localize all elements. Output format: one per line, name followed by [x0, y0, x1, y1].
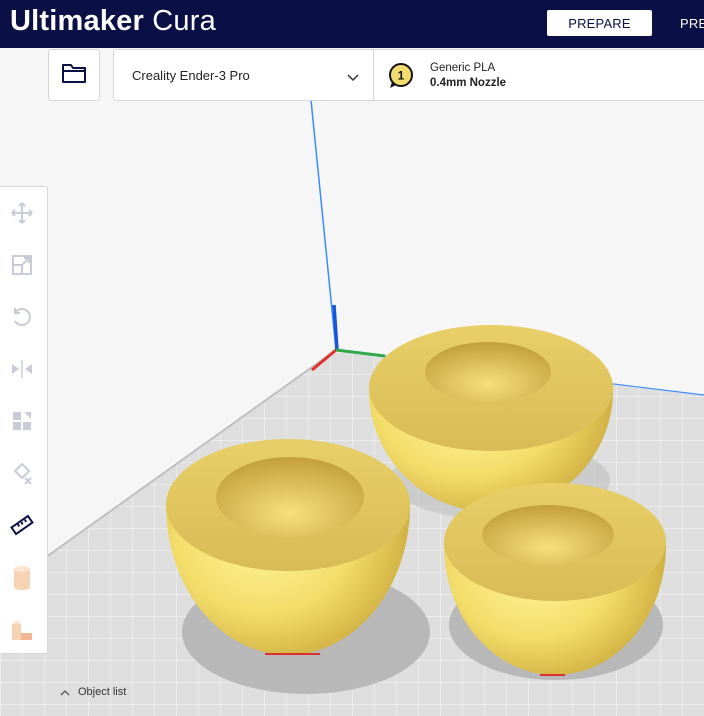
mirror-tool[interactable]	[6, 353, 38, 385]
object-list-label: Object list	[78, 686, 127, 698]
material-label: Generic PLA	[430, 62, 496, 74]
open-file-button[interactable]	[48, 49, 100, 101]
chevron-down-icon	[347, 69, 359, 87]
per-model-settings-icon	[13, 412, 31, 430]
3d-viewport[interactable]	[0, 0, 704, 716]
nozzle-label: 0.4mm Nozzle	[430, 77, 507, 89]
extruder-selector[interactable]: 1 Generic PLA 0.4mm Nozzle	[374, 50, 694, 100]
tab-prepare[interactable]: PREPARE	[547, 10, 652, 36]
z-axis	[310, 99, 337, 351]
printer-name: Creality Ender-3 Pro	[132, 68, 250, 83]
model-list-item-1[interactable]	[6, 561, 38, 593]
support-blocker-tool[interactable]	[6, 457, 38, 489]
printer-selector[interactable]: Creality Ender-3 Pro	[114, 50, 373, 100]
per-model-settings-tool[interactable]	[6, 405, 38, 437]
ruler-icon	[10, 514, 34, 536]
mirror-icon	[12, 360, 32, 378]
rotate-icon	[14, 308, 31, 326]
header-bar: Ultimaker Cura PREPARE PREVIEW	[0, 0, 704, 48]
svg-text:1: 1	[398, 69, 405, 83]
app-logo: Ultimaker Cura	[10, 5, 216, 37]
folder-icon	[61, 62, 87, 89]
tool-panel	[0, 186, 48, 654]
move-icon	[11, 202, 33, 224]
rotate-tool[interactable]	[6, 301, 38, 333]
support-blocker-icon	[13, 462, 32, 485]
measure-tool[interactable]	[6, 509, 38, 541]
chevron-up-icon	[60, 689, 70, 695]
tab-preview[interactable]: PREVIEW	[680, 10, 704, 36]
model-shape-icon	[12, 620, 32, 640]
move-tool[interactable]	[6, 197, 38, 229]
extruder-icon: 1	[387, 62, 415, 95]
object-list-toggle[interactable]: Object list	[60, 684, 126, 700]
cylinder-icon	[14, 566, 30, 590]
scale-icon	[12, 255, 32, 275]
model-list-item-2[interactable]	[6, 613, 38, 645]
scale-tool[interactable]	[6, 249, 38, 281]
printer-panel: Creality Ender-3 Pro 1 Generic PLA 0.4mm…	[113, 49, 704, 101]
